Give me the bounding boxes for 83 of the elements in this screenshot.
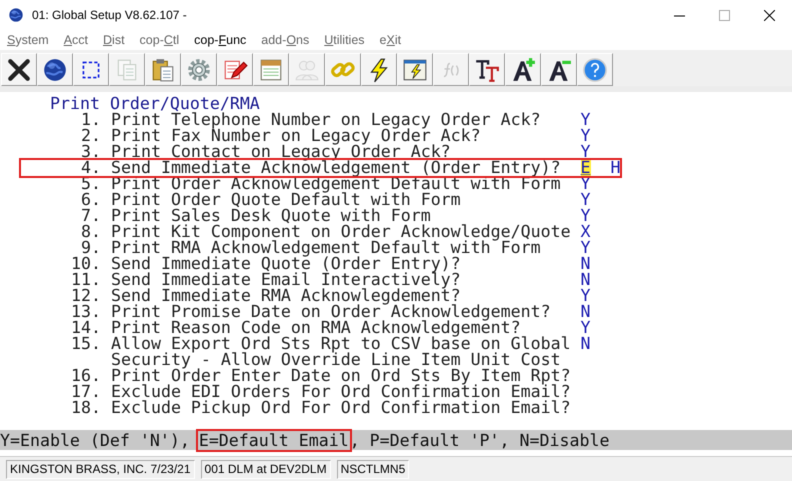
setting-value[interactable]: Y [580,144,591,160]
setting-label: Send Immediate RMA Acknowlegdement? [111,288,461,304]
row-number: 6. [80,192,102,208]
setting-label: Print Fax Number on Legacy Order Ack? [111,128,482,144]
row-number: 15. [70,336,102,355]
toolbar-button[interactable] [469,53,505,86]
menu-item[interactable]: System [7,33,49,47]
row-number: 7. [80,208,102,224]
gear-icon [186,56,212,82]
row-number: 9. [81,240,102,256]
menu-item[interactable]: cop-Func [194,33,246,47]
notepad-icon [258,56,284,82]
status-field: KINGSTON BRASS, INC. 7/23/21 [6,460,195,478]
menu-item[interactable]: eXit [380,33,402,47]
menu-item[interactable]: Acct [64,33,88,47]
toolbar-button[interactable] [217,53,253,86]
row-number: 18. [70,400,102,416]
setting-label: Print Promise Date on Order Acknowledgement? [111,304,552,320]
setting-value[interactable]: Y [580,128,591,144]
toolbar-button[interactable] [37,53,73,86]
close-icon[interactable] [764,10,775,20]
row-number: 11. [70,272,102,288]
setting-label: Send Immediate Acknowledgement (Order Entry)? [111,160,562,176]
status-field: NSCTLMN5 [336,460,410,478]
toolbar-button[interactable] [397,53,433,86]
setting-value[interactable]: N [580,272,591,288]
setting-label: Print Kit Component on Order Acknowledge/Quote [111,224,572,240]
row-number: 10. [70,256,102,272]
toolbar-button[interactable] [505,53,541,86]
setting-label: Exclude EDI Orders For Ord Confirmation Email? [111,384,572,400]
screen-heading: Print Order/Quote/RMA [50,96,261,112]
setting-value[interactable]: Y [580,208,591,224]
status-field: 001 DLM at DEV2DLM [200,460,331,478]
globe-icon [42,56,68,82]
form-lightning-icon [402,56,428,82]
setting-value[interactable]: E [580,160,591,176]
toolbar-button[interactable] [1,53,37,86]
clipboard-icon [150,56,176,82]
row-number: 4. [80,160,102,176]
setting-value[interactable]: Y [580,192,591,208]
setting-label: Exclude Pickup Ord For Ord Confirmation Email? [111,400,572,416]
row-number: 16. [70,368,102,384]
row-number: 14. [70,320,102,336]
setting-value[interactable]: Y [580,320,591,336]
hint-text: , P=Default 'P', N=Disable [350,430,610,450]
help-icon [582,56,608,82]
setting-value[interactable]: N [580,336,591,352]
row-number: 12. [70,288,102,304]
setting-label: Print Reason Code on RMA Acknowledgement? [111,320,521,336]
menu-item[interactable]: add-Ons [261,33,310,47]
setting-label: Print Order Enter Date on Ord Sts By Item Rpt? [111,368,572,384]
setting-label: Print Order Quote Default with Form [111,192,462,208]
row-number: 2. [80,128,102,144]
window-title: 01: Global Setup V8.62.107 - [32,8,188,22]
row-number: 13. [70,304,102,320]
setting-value[interactable]: N [580,304,591,320]
setting-value[interactable]: Y [580,288,591,304]
setting-label: Print RMA Acknowledgement Default with Form [111,240,541,256]
toolbar-button[interactable] [361,53,397,86]
menu-item[interactable]: Utilities [324,33,365,47]
toolbar-button[interactable] [541,53,577,86]
setting-value[interactable]: N [580,256,591,272]
menu-item[interactable]: Dist [103,33,125,47]
setting-value[interactable]: X [580,224,591,240]
highlighted-hint: E=Default Email [198,430,350,450]
setting-label: Print Telephone Number on Legacy Order Ack? [111,112,542,128]
hint-text: Y=Enable (Def 'N'), [0,430,190,450]
setting-label: Send Immediate Email Interactively? [111,272,462,288]
toolbar-button[interactable] [73,53,109,86]
row-number: 3. [80,144,102,160]
close-icon [6,56,32,82]
setting-label: Allow Export Ord Sts Rpt to CSV base on Global Security - Allow Override Line Item Unit Cost [111,336,572,368]
row-number: 8. [80,224,102,240]
setting-label: Print Sales Desk Quote with Form [111,208,431,224]
setting-note: H [609,160,620,176]
setting-value[interactable]: Y [580,240,591,256]
setting-label: Send Immediate Quote (Order Entry)? [111,256,462,272]
row-number: 1. [80,112,102,128]
setting-value[interactable]: Y [580,112,591,128]
menu-item[interactable]: cop-Ctl [140,33,180,47]
row-number: 17. [70,384,102,400]
app-globe-icon [8,7,24,23]
setting-label: Print Contact on Legacy Order Ack? [111,144,451,160]
